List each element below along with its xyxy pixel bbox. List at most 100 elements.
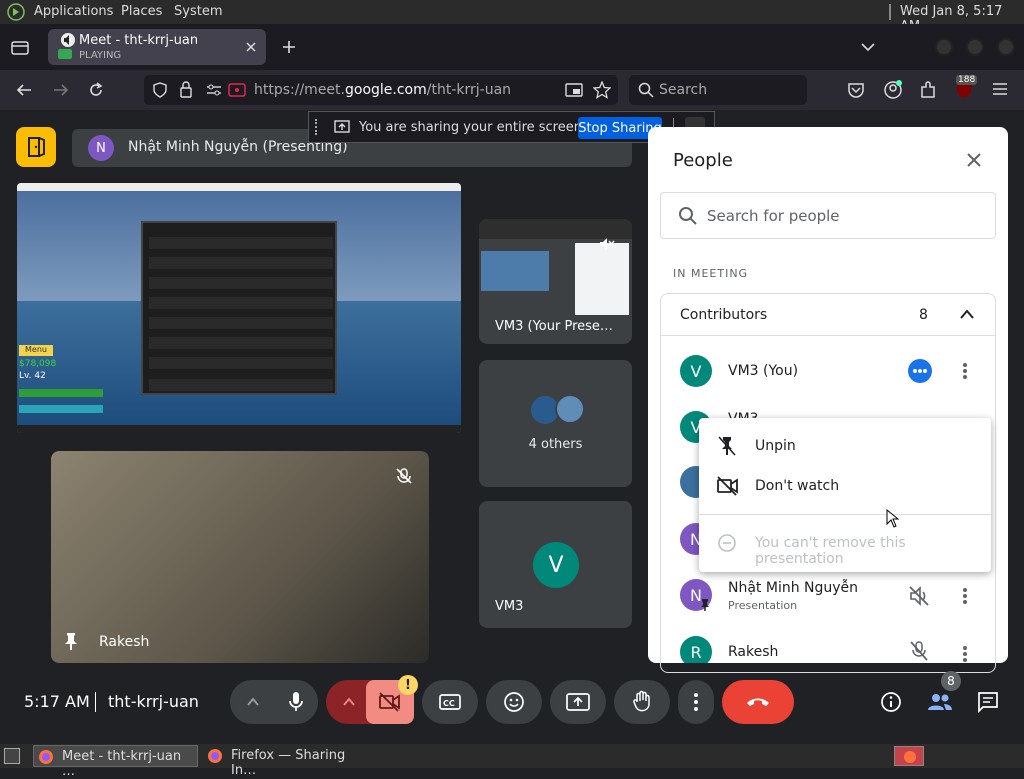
more-options-button[interactable] (678, 680, 714, 724)
taskbar-item-meet[interactable]: Meet - tht-krrj-uan … (33, 745, 198, 779)
desktop-taskbar: Meet - tht-krrj-uan … Firefox — Sharing … (0, 744, 1024, 779)
game-menu-button: Menu (19, 345, 53, 356)
menu-item-label: Don't watch (755, 478, 840, 494)
apps-icon[interactable] (6, 3, 26, 21)
meeting-info-icon[interactable] (880, 691, 902, 713)
vm3-tile[interactable]: V VM3 (479, 501, 632, 628)
permissions-icon[interactable] (206, 83, 222, 97)
menu-row (149, 297, 333, 309)
participant-name: VM3 (You) (728, 363, 799, 379)
microphone-icon (289, 692, 303, 711)
present-button[interactable] (550, 680, 606, 724)
menu-item-remove-disabled: You can't remove this presentation (699, 523, 991, 567)
people-button[interactable]: 8 (918, 670, 962, 716)
pocket-icon[interactable] (847, 82, 865, 98)
more-vert-icon (694, 693, 698, 711)
vm3-tile-avatar: V (533, 542, 579, 588)
reload-icon[interactable] (87, 81, 105, 99)
new-tab-icon[interactable] (281, 39, 297, 55)
remove-circle-icon (718, 534, 736, 552)
menu-row (149, 237, 333, 249)
menu-row (149, 337, 333, 349)
participant-row[interactable]: V VM3 (You) (661, 340, 995, 402)
menu-applications[interactable]: Applications (34, 4, 113, 19)
muted-mic-icon[interactable] (909, 640, 929, 662)
menu-system[interactable]: System (174, 4, 222, 19)
shield-icon[interactable] (152, 82, 168, 98)
screen-share-indicator-icon[interactable] (228, 82, 246, 98)
chevron-up-icon[interactable] (343, 697, 355, 707)
others-label: 4 others (528, 437, 583, 452)
bookmark-star-icon[interactable] (593, 81, 611, 99)
picture-in-picture-icon[interactable] (565, 82, 583, 98)
chat-icon[interactable] (977, 691, 999, 713)
people-search-input[interactable]: Search for people (660, 192, 996, 239)
tab-list-icon[interactable] (11, 39, 29, 55)
self-presentation-tile[interactable]: VM3 (Your Prese… (479, 219, 632, 344)
firefox-icon (39, 750, 53, 764)
participant-avatar: V (680, 355, 712, 387)
presentation-tile[interactable]: Menu $78,098 Lv. 42 (17, 183, 461, 433)
back-icon[interactable] (15, 82, 33, 98)
thumb-game-view (481, 251, 549, 291)
taskbar-item-firefox[interactable]: Firefox — Sharing In… (203, 745, 373, 778)
participant-row[interactable]: N Nhật Minh Nguyễn Presentation (661, 572, 995, 622)
menu-row (149, 257, 333, 269)
window-maximize-button[interactable] (966, 38, 984, 56)
browser-tab[interactable]: Meet - tht-krrj-uan PLAYING (48, 29, 266, 65)
window-close-button[interactable] (997, 38, 1015, 56)
drag-handle[interactable] (315, 119, 317, 135)
chevron-down-icon[interactable] (860, 41, 876, 53)
search-icon (638, 82, 654, 98)
microphone-button[interactable] (274, 680, 318, 724)
meet-door-button[interactable] (16, 127, 56, 167)
menu-item-dont-watch[interactable]: Don't watch (699, 466, 991, 506)
search-field[interactable]: Search (629, 75, 807, 105)
extensions-icon[interactable] (919, 80, 937, 100)
reactions-button[interactable] (486, 680, 542, 724)
account-icon[interactable] (883, 80, 903, 100)
people-panel: People Search for people IN MEETING Cont… (648, 127, 1008, 673)
muted-speaker-icon[interactable] (908, 586, 930, 606)
more-options-icon[interactable] (961, 644, 969, 663)
game-level: Lv. 42 (19, 371, 46, 381)
close-icon[interactable] (966, 152, 982, 168)
more-options-icon[interactable] (961, 361, 969, 381)
others-tile[interactable]: 4 others (479, 360, 632, 487)
menu-row (149, 379, 333, 391)
audio-level-indicator (908, 359, 932, 383)
hamburger-menu-icon[interactable] (992, 82, 1008, 96)
raise-hand-button[interactable] (614, 680, 670, 724)
taskbar-item-label: Meet - tht-krrj-uan … (62, 749, 182, 779)
firefox-icon (208, 749, 222, 763)
menu-row (149, 357, 333, 369)
show-desktop-button[interactable] (4, 748, 20, 764)
system-top-bar: Applications Places System Wed Jan 8, 5:… (0, 0, 1024, 34)
svg-text:CC: CC (443, 699, 455, 708)
closed-captions-icon: CC (439, 694, 461, 710)
captions-button[interactable]: CC (422, 680, 478, 724)
menu-places[interactable]: Places (121, 4, 162, 19)
chevron-up-icon[interactable] (959, 308, 975, 320)
camera-tile[interactable]: Rakesh (51, 451, 429, 663)
camera-warning-badge[interactable]: ! (398, 675, 418, 695)
search-icon (679, 207, 697, 225)
participant-row[interactable]: R Rakesh (661, 630, 995, 663)
window-minimize-button[interactable] (935, 38, 953, 56)
shared-taskbar (17, 425, 461, 433)
close-tab-icon[interactable] (245, 41, 257, 53)
more-options-icon[interactable] (961, 586, 969, 606)
chevron-up-icon[interactable] (247, 697, 259, 707)
menu-item-unpin[interactable]: Unpin (699, 426, 991, 466)
address-bar[interactable]: https://meet.google.com/tht-krrj-uan (144, 75, 618, 105)
contributors-header[interactable]: Contributors 8 (661, 294, 995, 336)
thumb-people-panel (575, 243, 629, 315)
leave-call-button[interactable] (722, 680, 794, 724)
lock-icon[interactable] (179, 81, 193, 98)
panel-title: People (673, 150, 733, 171)
forward-icon[interactable] (52, 82, 70, 98)
meeting-time: 5:17 AM (24, 692, 90, 711)
workspace-switcher[interactable] (894, 746, 924, 766)
speaker-icon[interactable] (56, 31, 76, 61)
ublock-extension[interactable]: 188 (954, 75, 978, 100)
